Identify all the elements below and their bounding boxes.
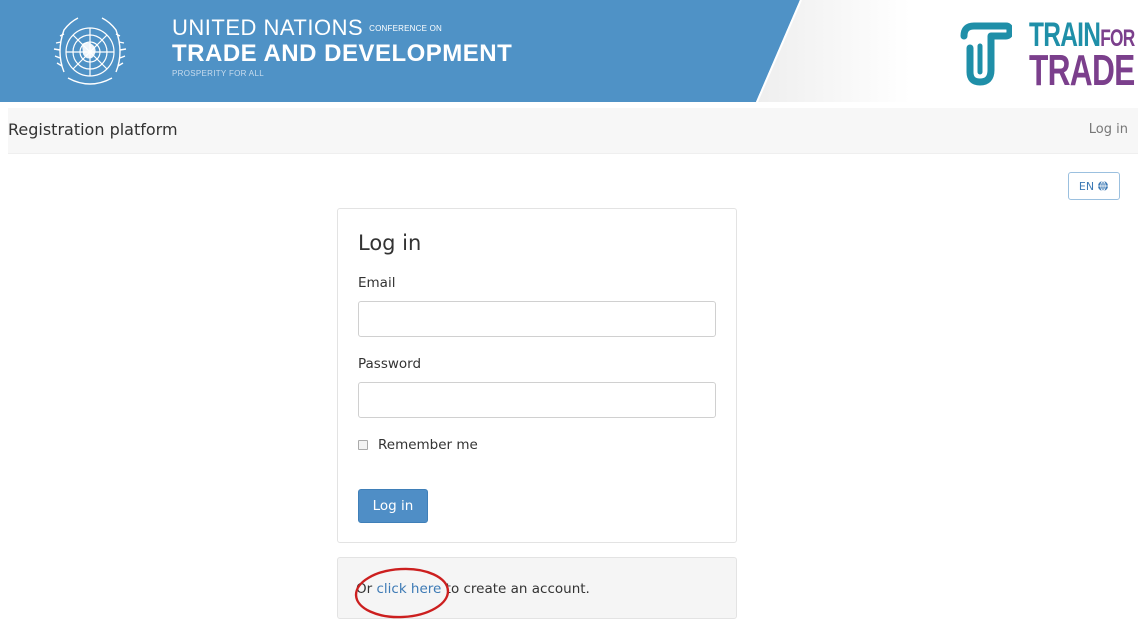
t4t-mark-icon	[960, 22, 1012, 86]
email-field[interactable]	[358, 301, 716, 337]
remember-me-label: Remember me	[378, 437, 478, 453]
un-tagline: PROSPERITY FOR ALL	[172, 69, 264, 79]
conference-on-text: CONFERENCE ON	[369, 24, 442, 34]
remember-me-checkbox[interactable]	[358, 440, 368, 450]
navbar: Registration platform Log in	[8, 108, 1138, 154]
register-suffix: to create an account.	[441, 581, 590, 597]
language-selector-button[interactable]: EN	[1068, 172, 1120, 200]
create-account-link[interactable]: click here	[376, 581, 441, 597]
unctad-wordmark: UNITED NATIONS CONFERENCE ON TRADE AND DE…	[172, 15, 513, 79]
navbar-login-link[interactable]: Log in	[1089, 122, 1128, 137]
password-field[interactable]	[358, 382, 716, 418]
remember-me-row[interactable]: Remember me	[358, 437, 478, 453]
register-note: Or click here to create an account.	[337, 557, 737, 619]
email-label: Email	[358, 275, 396, 291]
login-submit-button[interactable]: Log in	[358, 489, 428, 523]
train-for-trade-logo: TRAINFOR TRADE	[958, 12, 1138, 95]
un-emblem-logo	[53, 17, 127, 85]
t4t-trade-text: TRADE	[1029, 46, 1135, 95]
un-title: UNITED NATIONS	[172, 15, 364, 40]
trade-development-title: TRADE AND DEVELOPMENT	[172, 40, 513, 68]
register-prefix: Or	[356, 581, 377, 597]
login-panel: Log in Email Password Remember me Log in	[337, 208, 737, 543]
login-title: Log in	[358, 231, 422, 255]
globe-icon	[1098, 180, 1109, 192]
password-label: Password	[358, 356, 422, 372]
navbar-brand[interactable]: Registration platform	[8, 120, 178, 139]
header-banner: UNITED NATIONS CONFERENCE ON TRADE AND DE…	[0, 0, 1138, 102]
language-label: EN	[1078, 179, 1095, 193]
